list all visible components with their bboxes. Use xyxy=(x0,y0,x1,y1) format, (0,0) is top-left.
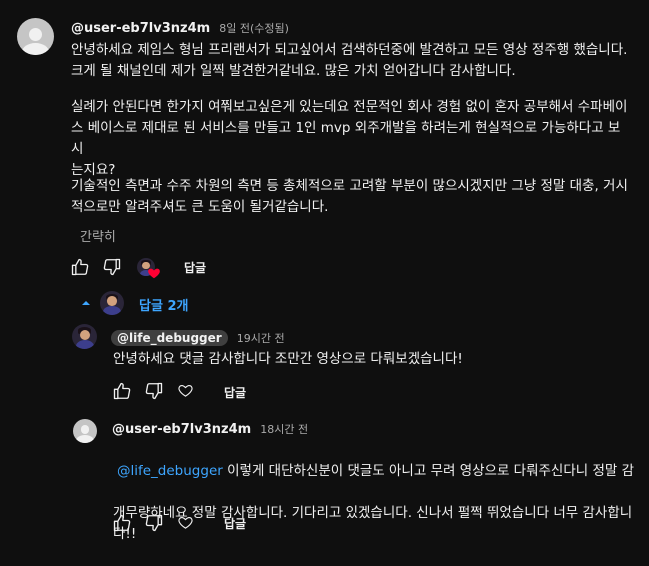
reply2-dislike-button[interactable] xyxy=(144,513,164,537)
reply2-avatar[interactable] xyxy=(73,419,97,443)
reply2-text: @life_debugger 이렇게 대단하신분이 댓글도 아니고 무려 영상으… xyxy=(113,440,635,566)
reply2-line1: @life_debugger 이렇게 대단하신분이 댓글도 아니고 무려 영상으… xyxy=(113,461,635,482)
reply2-mention-link[interactable]: @life_debugger xyxy=(117,463,223,479)
heart-icon xyxy=(178,516,193,529)
thumb-up-icon xyxy=(71,258,89,276)
reply1-reply-button[interactable]: 답글 xyxy=(224,384,246,401)
creator-heart-icon xyxy=(148,268,160,279)
reply1-heart-button[interactable] xyxy=(177,382,194,403)
reply1-text: 안녕하세요 댓글 감사합니다 조만간 영상으로 다뤄보겠습니다! xyxy=(113,351,463,367)
thumb-down-icon xyxy=(145,382,163,400)
creator-heart-badge xyxy=(137,258,161,282)
main-comment-paragraph-1: 안녕하세요 제임스 형님 프리랜서가 되고싶어서 검색하던중에 발견하고 모든 … xyxy=(71,42,628,79)
reply2-heart-button[interactable] xyxy=(177,514,194,535)
main-comment-author[interactable]: @user-eb7lv3nz4m xyxy=(71,21,210,36)
main-like-button[interactable] xyxy=(70,257,90,281)
replies-toggle[interactable]: 답글 2개 xyxy=(80,291,210,315)
main-dislike-button[interactable] xyxy=(102,257,122,281)
replies-count-label[interactable]: 답글 2개 xyxy=(139,295,188,314)
main-comment-time[interactable]: 8일 전(수정됨) xyxy=(219,22,289,35)
thumb-down-icon xyxy=(145,514,163,532)
reply2-reply-button[interactable]: 답글 xyxy=(224,515,246,532)
main-comment-paragraph-2: 실례가 안된다면 한가지 여쭤보고싶은게 있는데요 전문적인 회사 경험 없이 … xyxy=(71,99,628,178)
reply1-time[interactable]: 19시간 전 xyxy=(237,332,285,345)
heart-icon xyxy=(178,384,193,397)
thumb-up-icon xyxy=(113,382,131,400)
thumb-down-icon xyxy=(103,258,121,276)
reply1-header: @life_debugger 19시간 전 xyxy=(111,327,285,346)
main-reply-button[interactable]: 답글 xyxy=(184,259,206,276)
chevron-up-icon xyxy=(82,301,90,305)
main-comment-header: @user-eb7lv3nz4m 8일 전(수정됨) xyxy=(71,17,289,36)
reply1-like-button[interactable] xyxy=(112,381,132,405)
reply2-author[interactable]: @user-eb7lv3nz4m xyxy=(112,422,251,437)
reply2-header: @user-eb7lv3nz4m 18시간 전 xyxy=(112,418,308,437)
main-comment-avatar[interactable] xyxy=(17,18,54,55)
reply1-author-chip[interactable]: @life_debugger xyxy=(111,330,228,346)
reply2-time[interactable]: 18시간 전 xyxy=(260,423,308,436)
reply2-text-line1: 이렇게 대단하신분이 댓글도 아니고 무려 영상으로 다뤄주신다니 정말 감 xyxy=(222,463,635,479)
reply2-like-button[interactable] xyxy=(112,513,132,537)
reply1-dislike-button[interactable] xyxy=(144,381,164,405)
replies-creator-avatar xyxy=(100,291,124,315)
thumb-up-icon xyxy=(113,514,131,532)
main-comment-paragraph-3: 기술적인 측면과 수주 차원의 측면 등 총체적으로 고려할 부분이 많으시겠지… xyxy=(71,178,628,215)
reply1-avatar[interactable] xyxy=(72,324,97,349)
collapse-button[interactable]: 간략히 xyxy=(80,226,116,245)
